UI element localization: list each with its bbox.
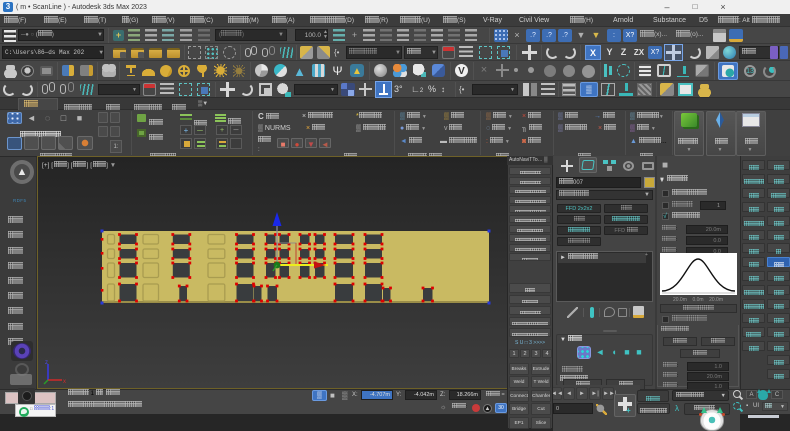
svg-text:x: x (63, 379, 66, 385)
svg-text:z: z (45, 360, 48, 366)
